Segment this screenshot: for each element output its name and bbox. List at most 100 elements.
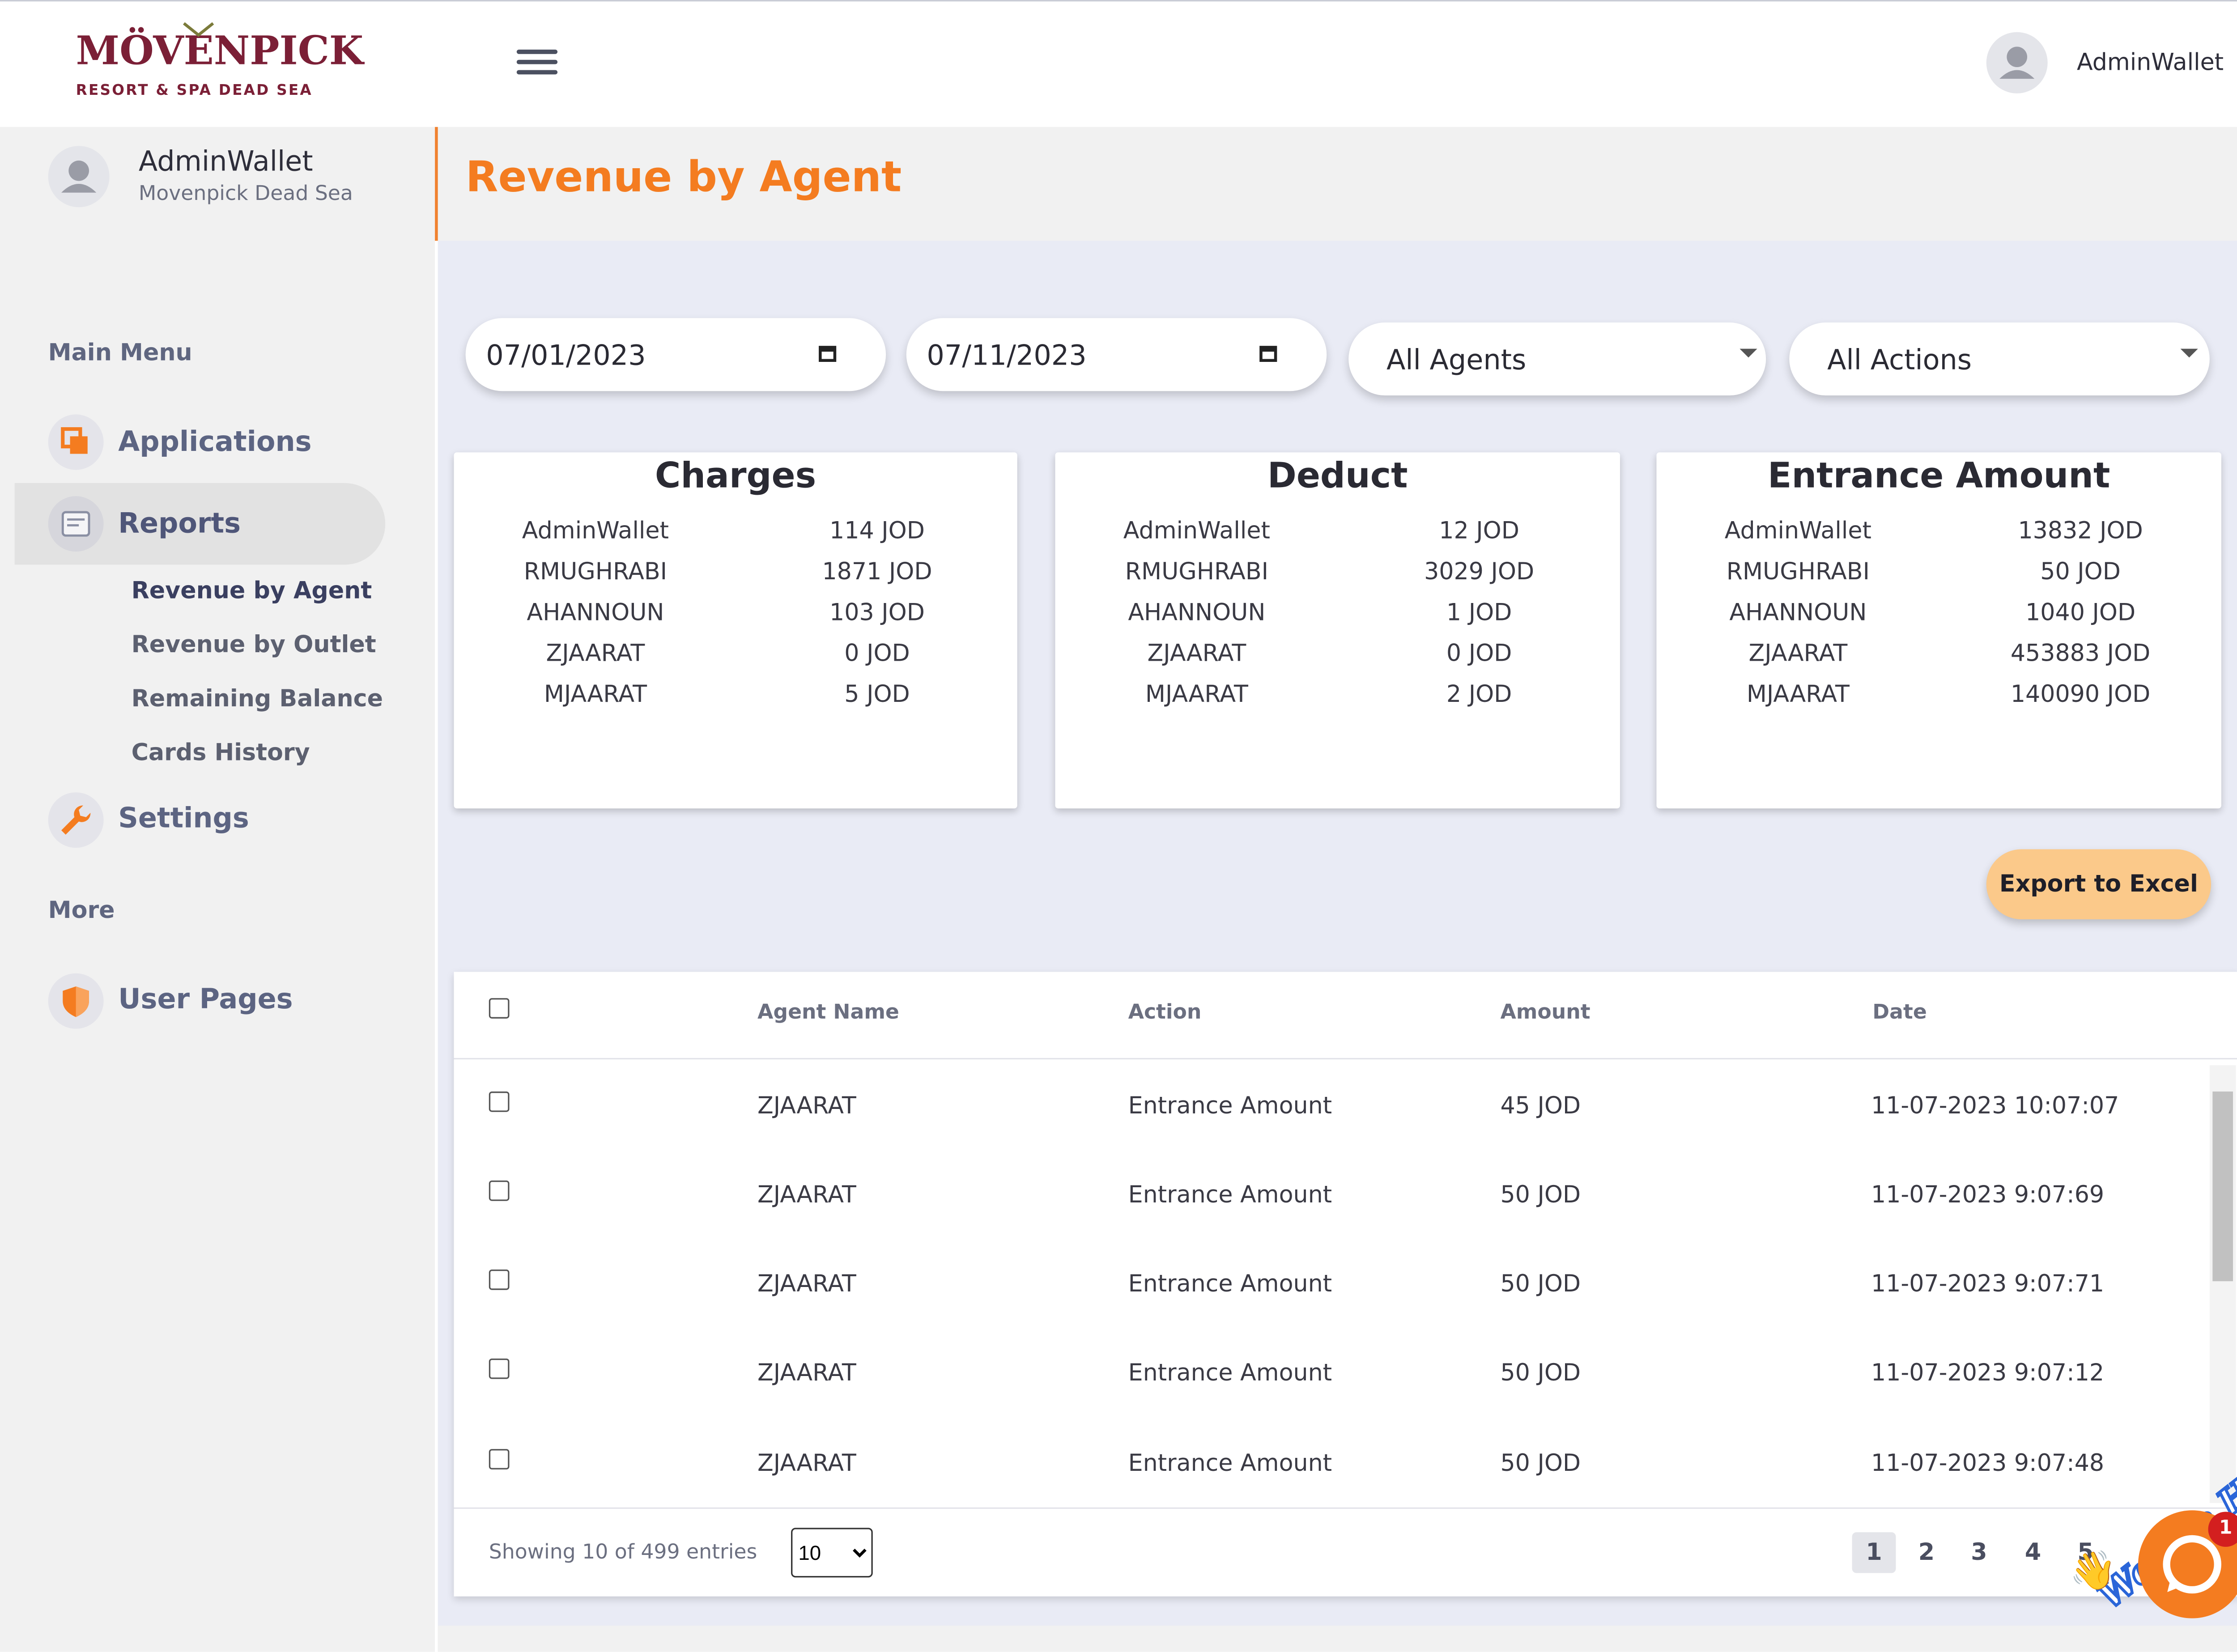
- card-amount: 2 JOD: [1446, 680, 1512, 708]
- header-user-name[interactable]: AdminWallet: [2077, 48, 2224, 76]
- cell-date: 11-07-2023 9:07:69: [1871, 1181, 2105, 1209]
- date-from-value: 07/01/2023: [486, 340, 646, 372]
- calendar-icon[interactable]: [819, 346, 837, 362]
- page-3-button[interactable]: 3: [1957, 1532, 2001, 1573]
- page-4-button[interactable]: 4: [2011, 1532, 2055, 1573]
- card-agent: MJAARAT: [1145, 680, 1248, 708]
- column-header-amount[interactable]: Amount: [1500, 1001, 1590, 1024]
- card-agent: AdminWallet: [1724, 516, 1871, 544]
- page-size-select[interactable]: 10: [791, 1528, 873, 1578]
- user-avatar-icon[interactable]: [1986, 32, 2048, 93]
- cell-action: Entrance Amount: [1128, 1091, 1332, 1120]
- cell-amount: 50 JOD: [1500, 1449, 1581, 1477]
- page-2-button[interactable]: 2: [1905, 1532, 1948, 1573]
- submenu-cards-history[interactable]: Cards History: [132, 739, 310, 766]
- charges-card: Charges AdminWallet 114 JOD RMUGHRABI 18…: [454, 452, 1017, 809]
- cell-agent-name: ZJAARAT: [757, 1091, 856, 1120]
- column-header-action[interactable]: Action: [1128, 1001, 1202, 1024]
- chevron-down-icon: [1739, 348, 1757, 358]
- table-scrollbar-thumb[interactable]: [2212, 1091, 2233, 1282]
- export-to-excel-button[interactable]: Export to Excel: [1986, 849, 2211, 920]
- title-divider: [435, 127, 438, 241]
- cell-agent-name: ZJAARAT: [757, 1449, 856, 1477]
- agent-select[interactable]: All Agents: [1348, 322, 1766, 396]
- card-agent: RMUGHRABI: [1726, 557, 1870, 586]
- column-header-agent-name[interactable]: Agent Name: [757, 1001, 899, 1024]
- cell-agent-name: ZJAARAT: [757, 1270, 856, 1298]
- chevron-down-icon: [2180, 348, 2198, 358]
- card-agent: ZJAARAT: [1147, 639, 1246, 667]
- select-all-checkbox[interactable]: [489, 998, 510, 1019]
- card-agent: RMUGHRABI: [523, 557, 668, 586]
- submenu-revenue-by-outlet[interactable]: Revenue by Outlet: [132, 630, 376, 658]
- table-footer-divider: [454, 1507, 2237, 1509]
- row-checkbox[interactable]: [489, 1270, 510, 1290]
- cell-amount: 45 JOD: [1500, 1091, 1581, 1120]
- card-amount: 103 JOD: [829, 598, 925, 626]
- card-agent: AdminWallet: [1123, 516, 1270, 544]
- card-amount: 12 JOD: [1439, 516, 1519, 544]
- main-menu-heading: Main Menu: [48, 338, 192, 366]
- card-title: Deduct: [1267, 455, 1408, 497]
- cell-action: Entrance Amount: [1128, 1359, 1332, 1386]
- card-amount: 13832 JOD: [2018, 516, 2143, 544]
- card-amount: 0 JOD: [844, 639, 910, 667]
- submenu-revenue-by-agent[interactable]: Revenue by Agent: [132, 577, 372, 604]
- card-title: Charges: [655, 455, 817, 497]
- cell-date: 11-07-2023 10:07:07: [1871, 1091, 2119, 1120]
- sidebar-user-name: AdminWallet: [138, 146, 313, 178]
- table-header-divider: [454, 1058, 2237, 1060]
- card-agent: RMUGHRABI: [1125, 557, 1269, 586]
- submenu-remaining-balance[interactable]: Remaining Balance: [132, 684, 383, 712]
- action-select[interactable]: All Actions: [1789, 322, 2210, 396]
- card-amount: 3029 JOD: [1424, 557, 1535, 586]
- calendar-icon[interactable]: [1259, 346, 1277, 362]
- card-amount: 114 JOD: [829, 516, 925, 544]
- cell-date: 11-07-2023 9:07:48: [1871, 1449, 2105, 1477]
- page-1-button[interactable]: 1: [1852, 1532, 1896, 1573]
- card-agent: ZJAARAT: [1748, 639, 1848, 667]
- cell-action: Entrance Amount: [1128, 1270, 1332, 1298]
- page-title: Revenue by Agent: [465, 152, 902, 202]
- cell-amount: 50 JOD: [1500, 1181, 1581, 1209]
- sidebar-hotel-name: Movenpick Dead Sea: [138, 182, 353, 206]
- column-header-date[interactable]: Date: [1872, 1001, 1927, 1024]
- date-from-input[interactable]: 07/01/2023: [465, 318, 886, 391]
- row-checkbox[interactable]: [489, 1449, 510, 1469]
- card-agent: AHANNOUN: [1729, 598, 1867, 626]
- more-heading: More: [48, 896, 115, 924]
- date-to-value: 07/11/2023: [927, 340, 1087, 372]
- sidebar-item-reports[interactable]: Reports: [118, 508, 241, 540]
- logo-mark-icon: [183, 22, 214, 37]
- date-to-input[interactable]: 07/11/2023: [906, 318, 1327, 391]
- card-amount: 1040 JOD: [2025, 598, 2136, 626]
- action-select-value: All Actions: [1827, 344, 1972, 377]
- card-title: Entrance Amount: [1767, 455, 2110, 497]
- sidebar-item-user-pages[interactable]: User Pages: [118, 984, 293, 1016]
- card-amount: 1 JOD: [1446, 598, 1512, 626]
- cell-amount: 50 JOD: [1500, 1359, 1581, 1386]
- cell-action: Entrance Amount: [1128, 1449, 1332, 1477]
- hamburger-menu-icon[interactable]: [514, 45, 560, 80]
- shield-icon: [48, 973, 104, 1029]
- card-agent: AHANNOUN: [527, 598, 664, 626]
- row-checkbox[interactable]: [489, 1181, 510, 1201]
- card-agent: ZJAARAT: [546, 639, 645, 667]
- cell-date: 11-07-2023 9:07:71: [1871, 1270, 2105, 1298]
- entries-info: Showing 10 of 499 entries: [489, 1541, 757, 1564]
- sidebar-item-applications[interactable]: Applications: [118, 426, 311, 459]
- sidebar-item-settings[interactable]: Settings: [118, 803, 249, 835]
- cell-action: Entrance Amount: [1128, 1181, 1332, 1209]
- cell-amount: 50 JOD: [1500, 1270, 1581, 1298]
- card-amount: 1871 JOD: [822, 557, 932, 586]
- logo-text: MÖVENPICK: [76, 29, 364, 75]
- card-agent: AdminWallet: [522, 516, 669, 544]
- reports-icon: [48, 496, 104, 552]
- wrench-icon: [48, 792, 104, 848]
- horizontal-scrollbar[interactable]: [438, 1625, 2237, 1652]
- row-checkbox[interactable]: [489, 1091, 510, 1112]
- row-checkbox[interactable]: [489, 1359, 510, 1379]
- agent-select-value: All Agents: [1386, 344, 1527, 377]
- card-agent: MJAARAT: [1746, 680, 1850, 708]
- waving-hand-icon: 👋: [2069, 1550, 2117, 1594]
